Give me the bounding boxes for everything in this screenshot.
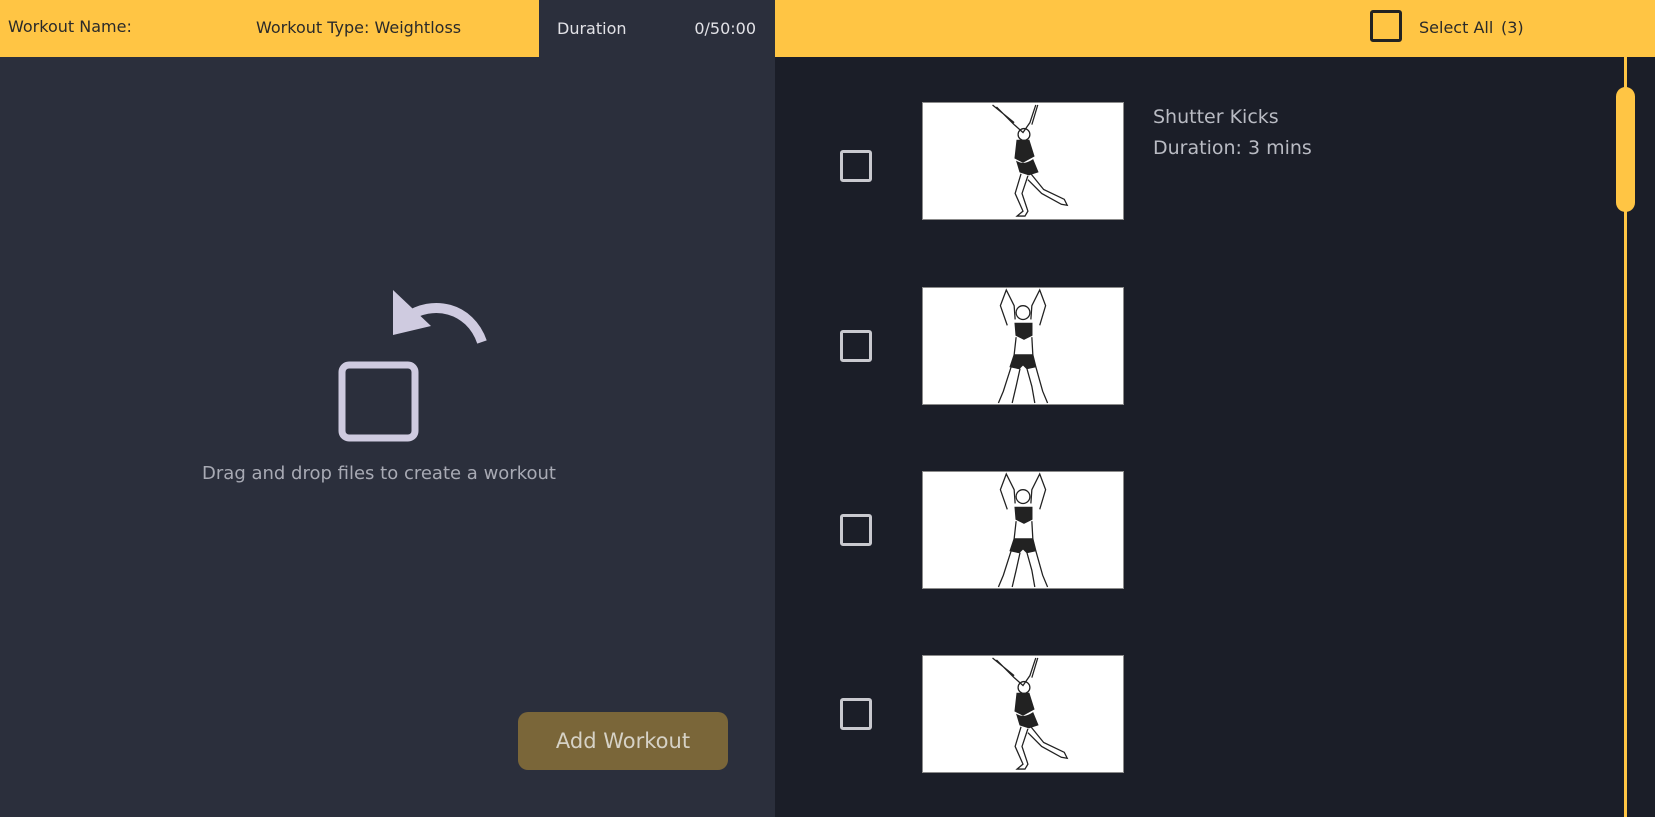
select-all-checkbox[interactable] [1370,10,1402,42]
duration-label: Duration [557,19,627,38]
exercise-list[interactable]: Shutter Kicks Duration: 3 mins [775,57,1655,817]
list-item[interactable] [775,287,1615,407]
exercise-checkbox[interactable] [840,698,872,730]
select-all-label[interactable]: Select All [1419,18,1493,37]
exercise-checkbox[interactable] [840,514,872,546]
arms-up-figure-icon [997,288,1049,404]
side-kick-figure-icon [992,104,1069,217]
exercise-name: Shutter Kicks [1153,106,1279,128]
list-item[interactable]: Shutter Kicks Duration: 3 mins [775,102,1615,222]
scrollbar-thumb[interactable] [1616,87,1635,212]
workout-dropzone[interactable]: Drag and drop files to create a workout … [0,57,775,817]
exercise-thumbnail[interactable] [922,471,1124,589]
exercise-thumbnail[interactable] [922,287,1124,405]
exercise-checkbox[interactable] [840,330,872,362]
exercise-duration: Duration: 3 mins [1153,137,1312,159]
exercise-thumbnail[interactable] [922,102,1124,220]
undo-square-icon [338,290,487,442]
duration-value: 0/50:00 [694,19,756,38]
list-item[interactable] [775,471,1615,591]
list-item[interactable] [775,655,1615,775]
top-bar: Workout Name: Workout Type: Weightloss D… [0,0,1655,57]
workout-name-label[interactable]: Workout Name: [8,17,132,36]
side-kick-figure-icon [992,657,1069,770]
add-workout-button[interactable]: Add Workout [518,712,728,770]
workout-type-label[interactable]: Workout Type: Weightloss [256,18,461,37]
exercise-thumbnail[interactable] [922,655,1124,773]
duration-panel: Duration 0/50:00 [539,0,775,57]
exercise-checkbox[interactable] [840,150,872,182]
arms-up-figure-icon [997,472,1049,588]
dropzone-text: Drag and drop files to create a workout [202,463,556,484]
selected-count: (3) [1501,18,1524,37]
